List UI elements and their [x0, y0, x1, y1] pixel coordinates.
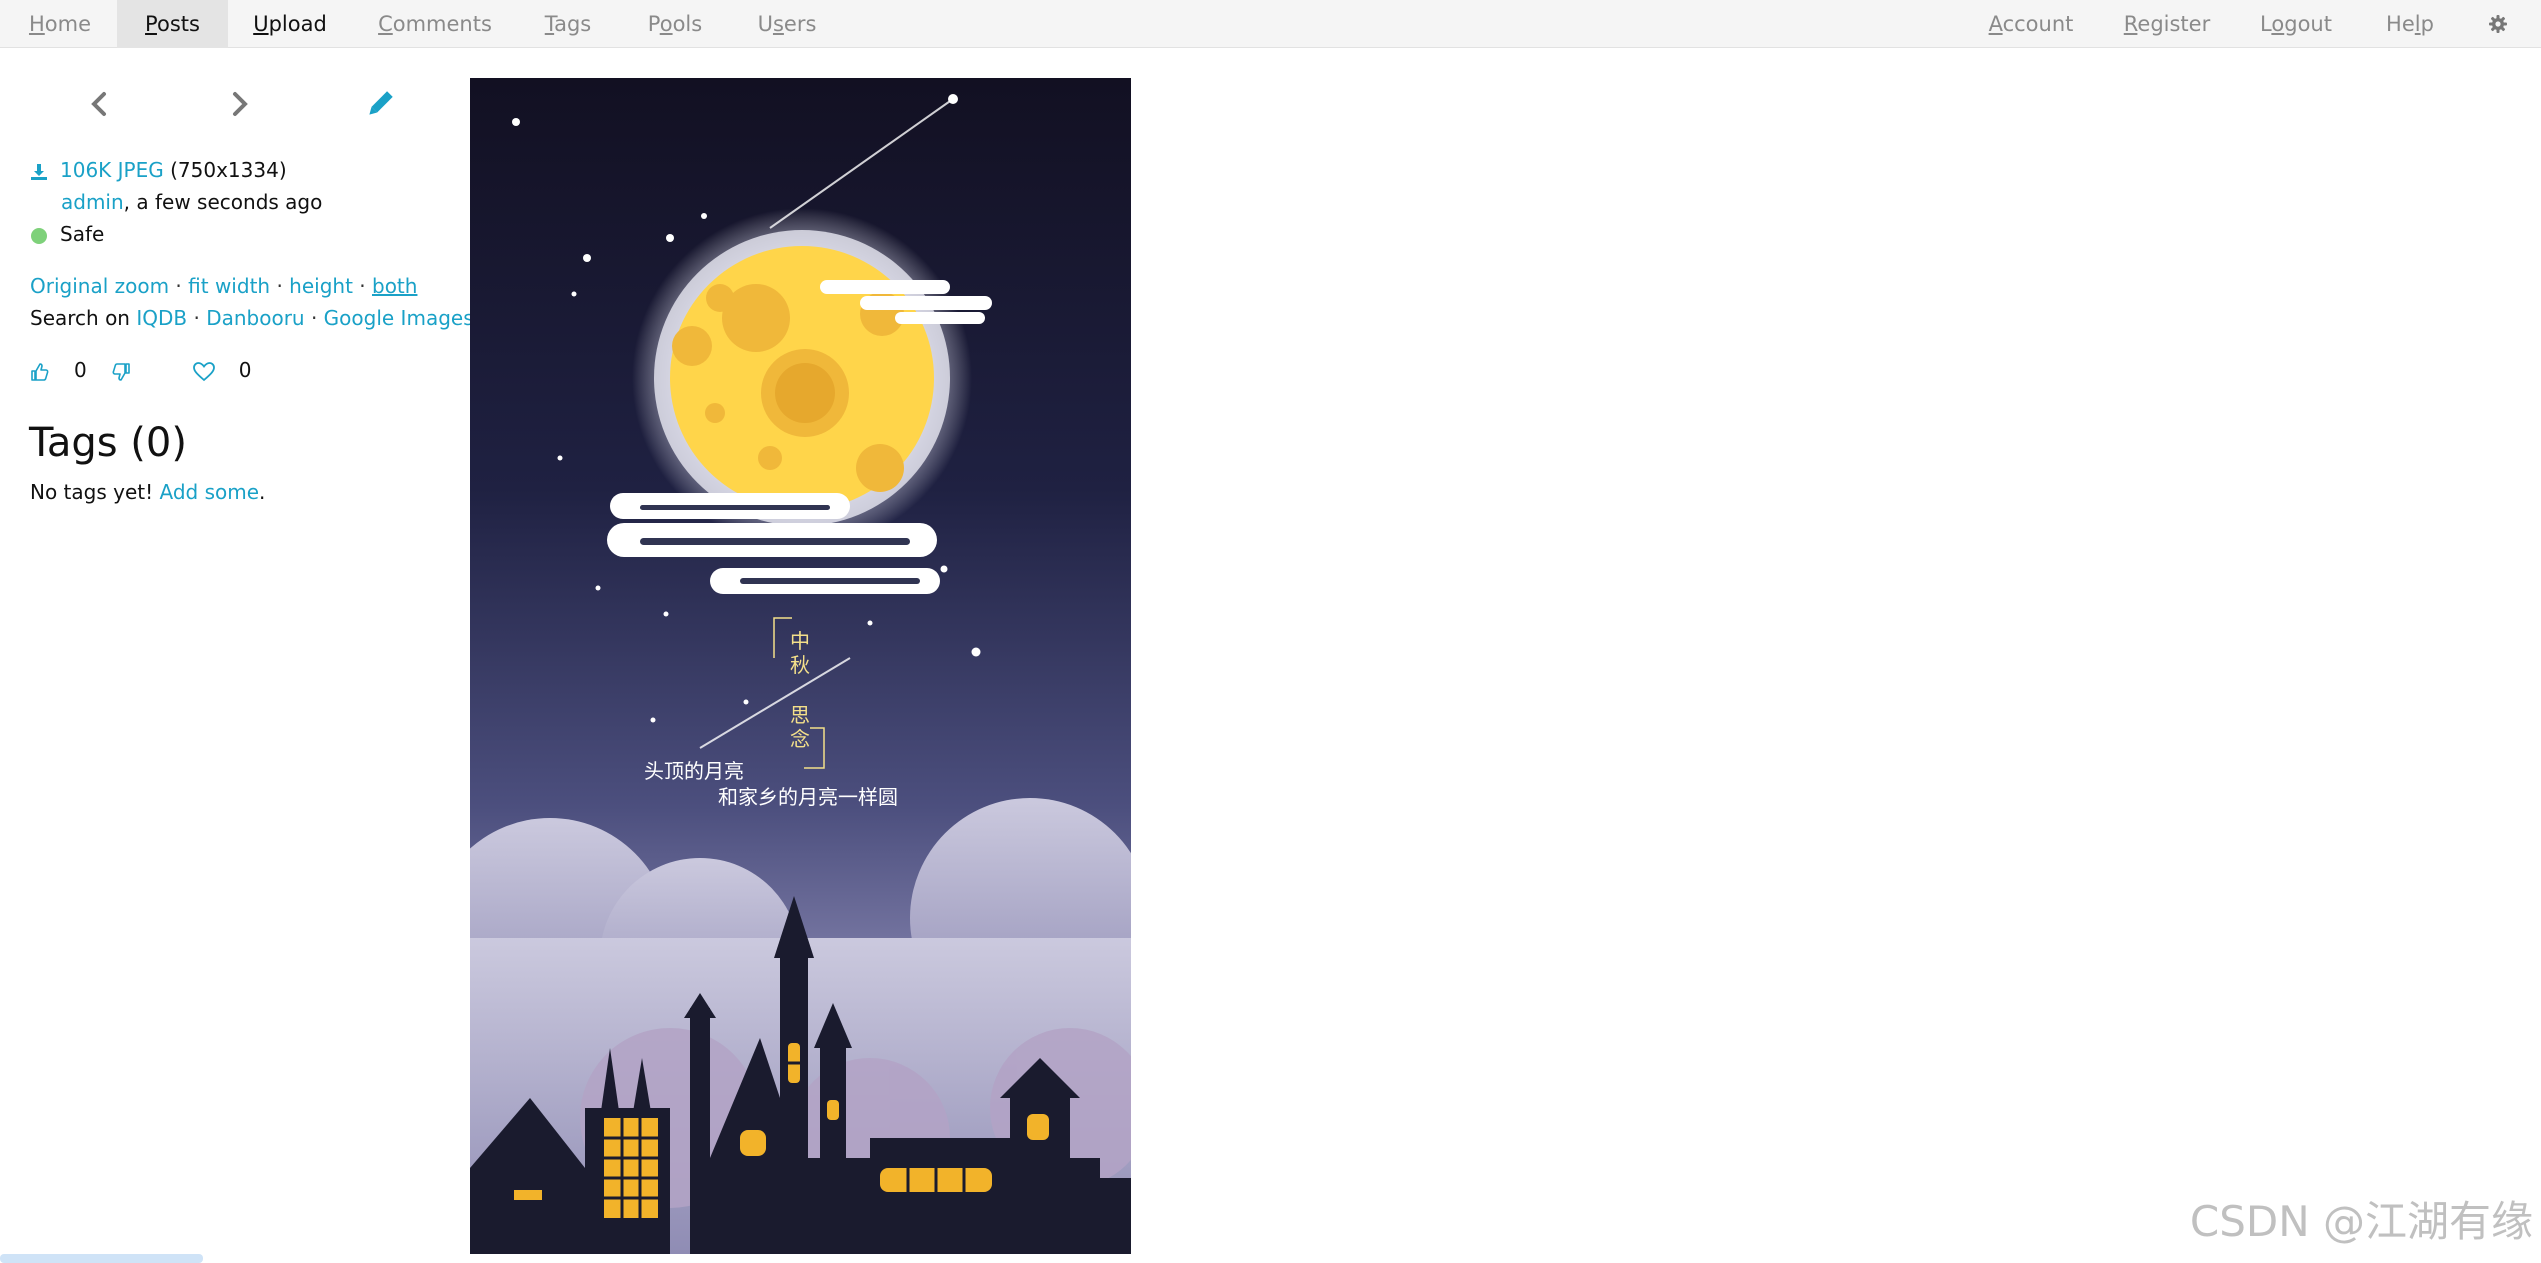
tags-empty-message: No tags yet! Add some. [30, 480, 266, 504]
post-image[interactable]: 中 秋 思 念 头顶的月亮 和家乡的月亮一样圆 [470, 78, 1131, 1254]
image-dimensions: (750x1334) [170, 158, 287, 182]
zoom-options: Original zoom · fit width · height · bot… [30, 274, 418, 298]
search-iqdb-link[interactable]: IQDB [136, 306, 187, 330]
zoom-height-link[interactable]: height [289, 274, 353, 298]
safe-status-icon [31, 227, 47, 244]
upvote-icon[interactable] [30, 362, 50, 382]
favorite-count: 0 [238, 358, 252, 382]
nav-tags[interactable]: Tags [538, 0, 598, 48]
post-score: 0 [74, 358, 87, 382]
file-download-link[interactable]: 106K JPEG [60, 158, 164, 182]
downvote-icon[interactable] [111, 362, 131, 382]
previous-post-icon[interactable] [80, 84, 120, 124]
nav-upload[interactable]: Upload [245, 0, 335, 48]
caption-char-4: 念 [790, 727, 810, 751]
safety-row: Safe [30, 220, 104, 248]
edit-pencil-icon[interactable] [360, 84, 400, 124]
caption-char-1: 中 [790, 629, 810, 653]
nav-pools[interactable]: Pools [640, 0, 710, 48]
caption-char-3: 思 [790, 703, 810, 727]
top-nav: Home Posts Upload Comments Tags Pools Us… [0, 0, 2541, 48]
nav-account[interactable]: Account [1988, 0, 2074, 48]
post-sidebar: 106K JPEG (750x1334) admin, a few second… [0, 48, 474, 1263]
download-icon[interactable] [30, 163, 48, 181]
safety-rating: Safe [60, 222, 105, 246]
zoom-original-link[interactable]: Original zoom [30, 274, 169, 298]
nav-help[interactable]: Help [2382, 0, 2438, 48]
upload-time: , a few seconds ago [123, 190, 323, 214]
gear-icon[interactable] [2488, 14, 2508, 34]
nav-register[interactable]: Register [2122, 0, 2212, 48]
caption-line-2: 和家乡的月亮一样圆 [718, 785, 898, 809]
tags-heading: Tags (0) [29, 420, 187, 466]
nav-home[interactable]: Home [20, 0, 100, 48]
next-post-icon[interactable] [219, 84, 259, 124]
zoom-both-link[interactable]: both [372, 274, 417, 298]
score-row: 0 0 [30, 356, 251, 384]
file-info-row: 106K JPEG (750x1334) [30, 156, 287, 184]
nav-posts[interactable]: Posts [117, 0, 228, 48]
search-google-link[interactable]: Google Images [324, 306, 474, 330]
uploader-link[interactable]: admin [61, 190, 124, 214]
caption-char-2: 秋 [790, 653, 810, 677]
search-danbooru-link[interactable]: Danbooru [206, 306, 304, 330]
favorite-heart-icon[interactable] [192, 361, 215, 382]
reverse-search-row: Search on IQDB · Danbooru · Google Image… [30, 306, 474, 330]
zoom-fit-width-link[interactable]: fit width [188, 274, 270, 298]
csdn-watermark: CSDN @江湖有缘 [2189, 1197, 2533, 1246]
horizontal-scrollbar[interactable] [0, 1254, 203, 1263]
nav-comments[interactable]: Comments [375, 0, 495, 48]
caption-line-1: 头顶的月亮 [644, 759, 744, 783]
nav-logout[interactable]: Logout [2256, 0, 2336, 48]
uploader-row: admin, a few seconds ago [61, 188, 322, 216]
add-tags-link[interactable]: Add some [159, 480, 259, 504]
nav-users[interactable]: Users [752, 0, 822, 48]
